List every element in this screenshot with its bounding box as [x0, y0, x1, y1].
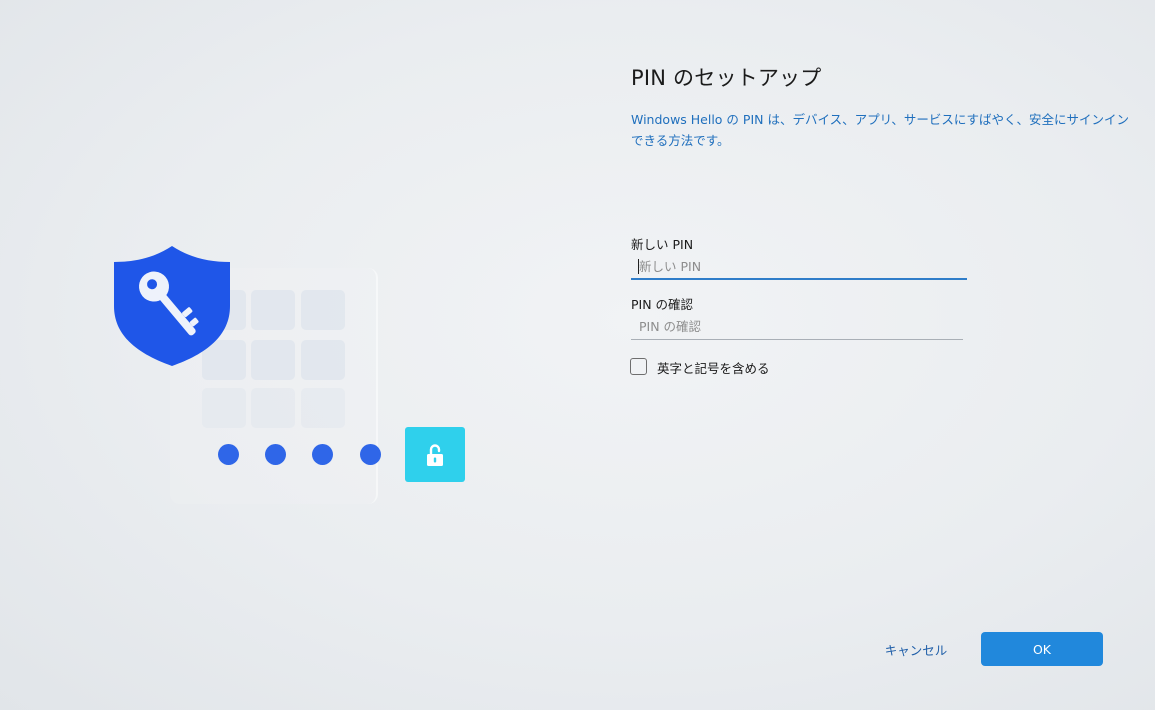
keypad-key [301, 340, 345, 380]
keypad-key [251, 388, 295, 428]
keypad-key [251, 340, 295, 380]
include-letters-label[interactable]: 英字と記号を含める [657, 358, 770, 377]
include-letters-checkbox[interactable] [630, 358, 647, 375]
unlock-icon [427, 443, 443, 466]
pin-dot [265, 444, 286, 465]
cancel-button[interactable]: キャンセル [866, 632, 966, 666]
page-description: Windows Hello の PIN は、デバイス、アプリ、サービスにすばやく… [631, 112, 1129, 148]
confirm-pin-label: PIN の確認 [631, 297, 694, 312]
keypad-key [251, 290, 295, 330]
confirm-pin-input[interactable] [631, 314, 963, 340]
shield-key-icon [114, 246, 230, 366]
text-caret [638, 259, 639, 274]
keypad-key [301, 388, 345, 428]
pin-dot [360, 444, 381, 465]
pin-dot [218, 444, 239, 465]
keypad-key [202, 388, 246, 428]
pin-dot [312, 444, 333, 465]
ok-button[interactable]: OK [981, 632, 1103, 666]
keypad-key [301, 290, 345, 330]
pin-illustration [0, 0, 600, 710]
page-title: PIN のセットアップ [631, 66, 822, 90]
new-pin-label: 新しい PIN [631, 237, 694, 252]
new-pin-input[interactable] [631, 254, 967, 280]
unlock-tile [405, 427, 465, 482]
